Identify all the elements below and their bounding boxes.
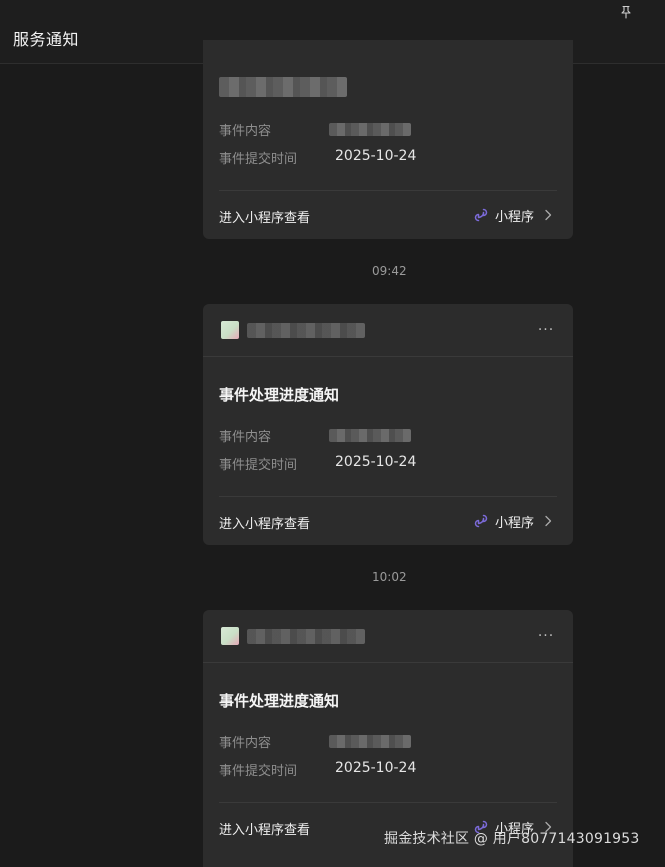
blurred-sender-name: [247, 323, 365, 338]
submit-time-value: 2025-10-24: [335, 148, 417, 164]
submit-time-label: 事件提交时间: [219, 152, 298, 167]
chevron-right-icon: [543, 515, 553, 527]
mini-program-label: 小程序: [495, 515, 535, 531]
content-label: 事件内容: [219, 736, 272, 751]
submit-time-value: 2025-10-24: [335, 760, 417, 776]
mini-program-button[interactable]: 小程序: [473, 512, 553, 531]
notification-card: ··· 事件处理进度通知 事件内容 事件提交时间 2025-10-24 进入小程…: [203, 304, 573, 545]
divider: [219, 802, 557, 803]
mini-program-label: 小程序: [495, 209, 535, 225]
open-mini-program-link[interactable]: 进入小程序查看: [219, 513, 310, 532]
submit-time-value: 2025-10-24: [335, 454, 417, 470]
blurred-title: [219, 77, 347, 97]
avatar: [221, 321, 239, 339]
more-icon[interactable]: ···: [536, 322, 556, 338]
card-header: ···: [203, 610, 573, 663]
notification-card: 事件内容 事件提交时间 2025-10-24 进入小程序查看 小程序: [203, 40, 573, 239]
blurred-content-value: [329, 735, 411, 748]
more-icon[interactable]: ···: [536, 628, 556, 644]
chevron-right-icon: [543, 209, 553, 221]
mini-program-link-icon: [473, 207, 489, 223]
blurred-content-value: [329, 123, 411, 136]
open-mini-program-link[interactable]: 进入小程序查看: [219, 819, 310, 838]
timestamp-text: 09:42: [372, 264, 407, 278]
notification-title: 事件处理进度通知: [219, 692, 340, 710]
submit-time-label: 事件提交时间: [219, 458, 298, 473]
avatar: [221, 627, 239, 645]
card-header: ···: [203, 304, 573, 357]
content-label: 事件内容: [219, 124, 272, 139]
notification-title: 事件处理进度通知: [219, 386, 340, 404]
content-label: 事件内容: [219, 430, 272, 445]
divider: [219, 190, 557, 191]
blurred-content-value: [329, 429, 411, 442]
blurred-sender-name: [247, 629, 365, 644]
mini-program-link-icon: [473, 513, 489, 529]
mini-program-button[interactable]: 小程序: [473, 206, 553, 225]
pin-icon[interactable]: [619, 5, 633, 19]
watermark: 掘金技术社区 @ 用户8077143091953: [384, 831, 640, 847]
timestamp-text: 10:02: [372, 570, 407, 584]
open-mini-program-link[interactable]: 进入小程序查看: [219, 207, 310, 226]
submit-time-label: 事件提交时间: [219, 764, 298, 779]
page-title: 服务通知: [13, 30, 80, 49]
divider: [219, 496, 557, 497]
